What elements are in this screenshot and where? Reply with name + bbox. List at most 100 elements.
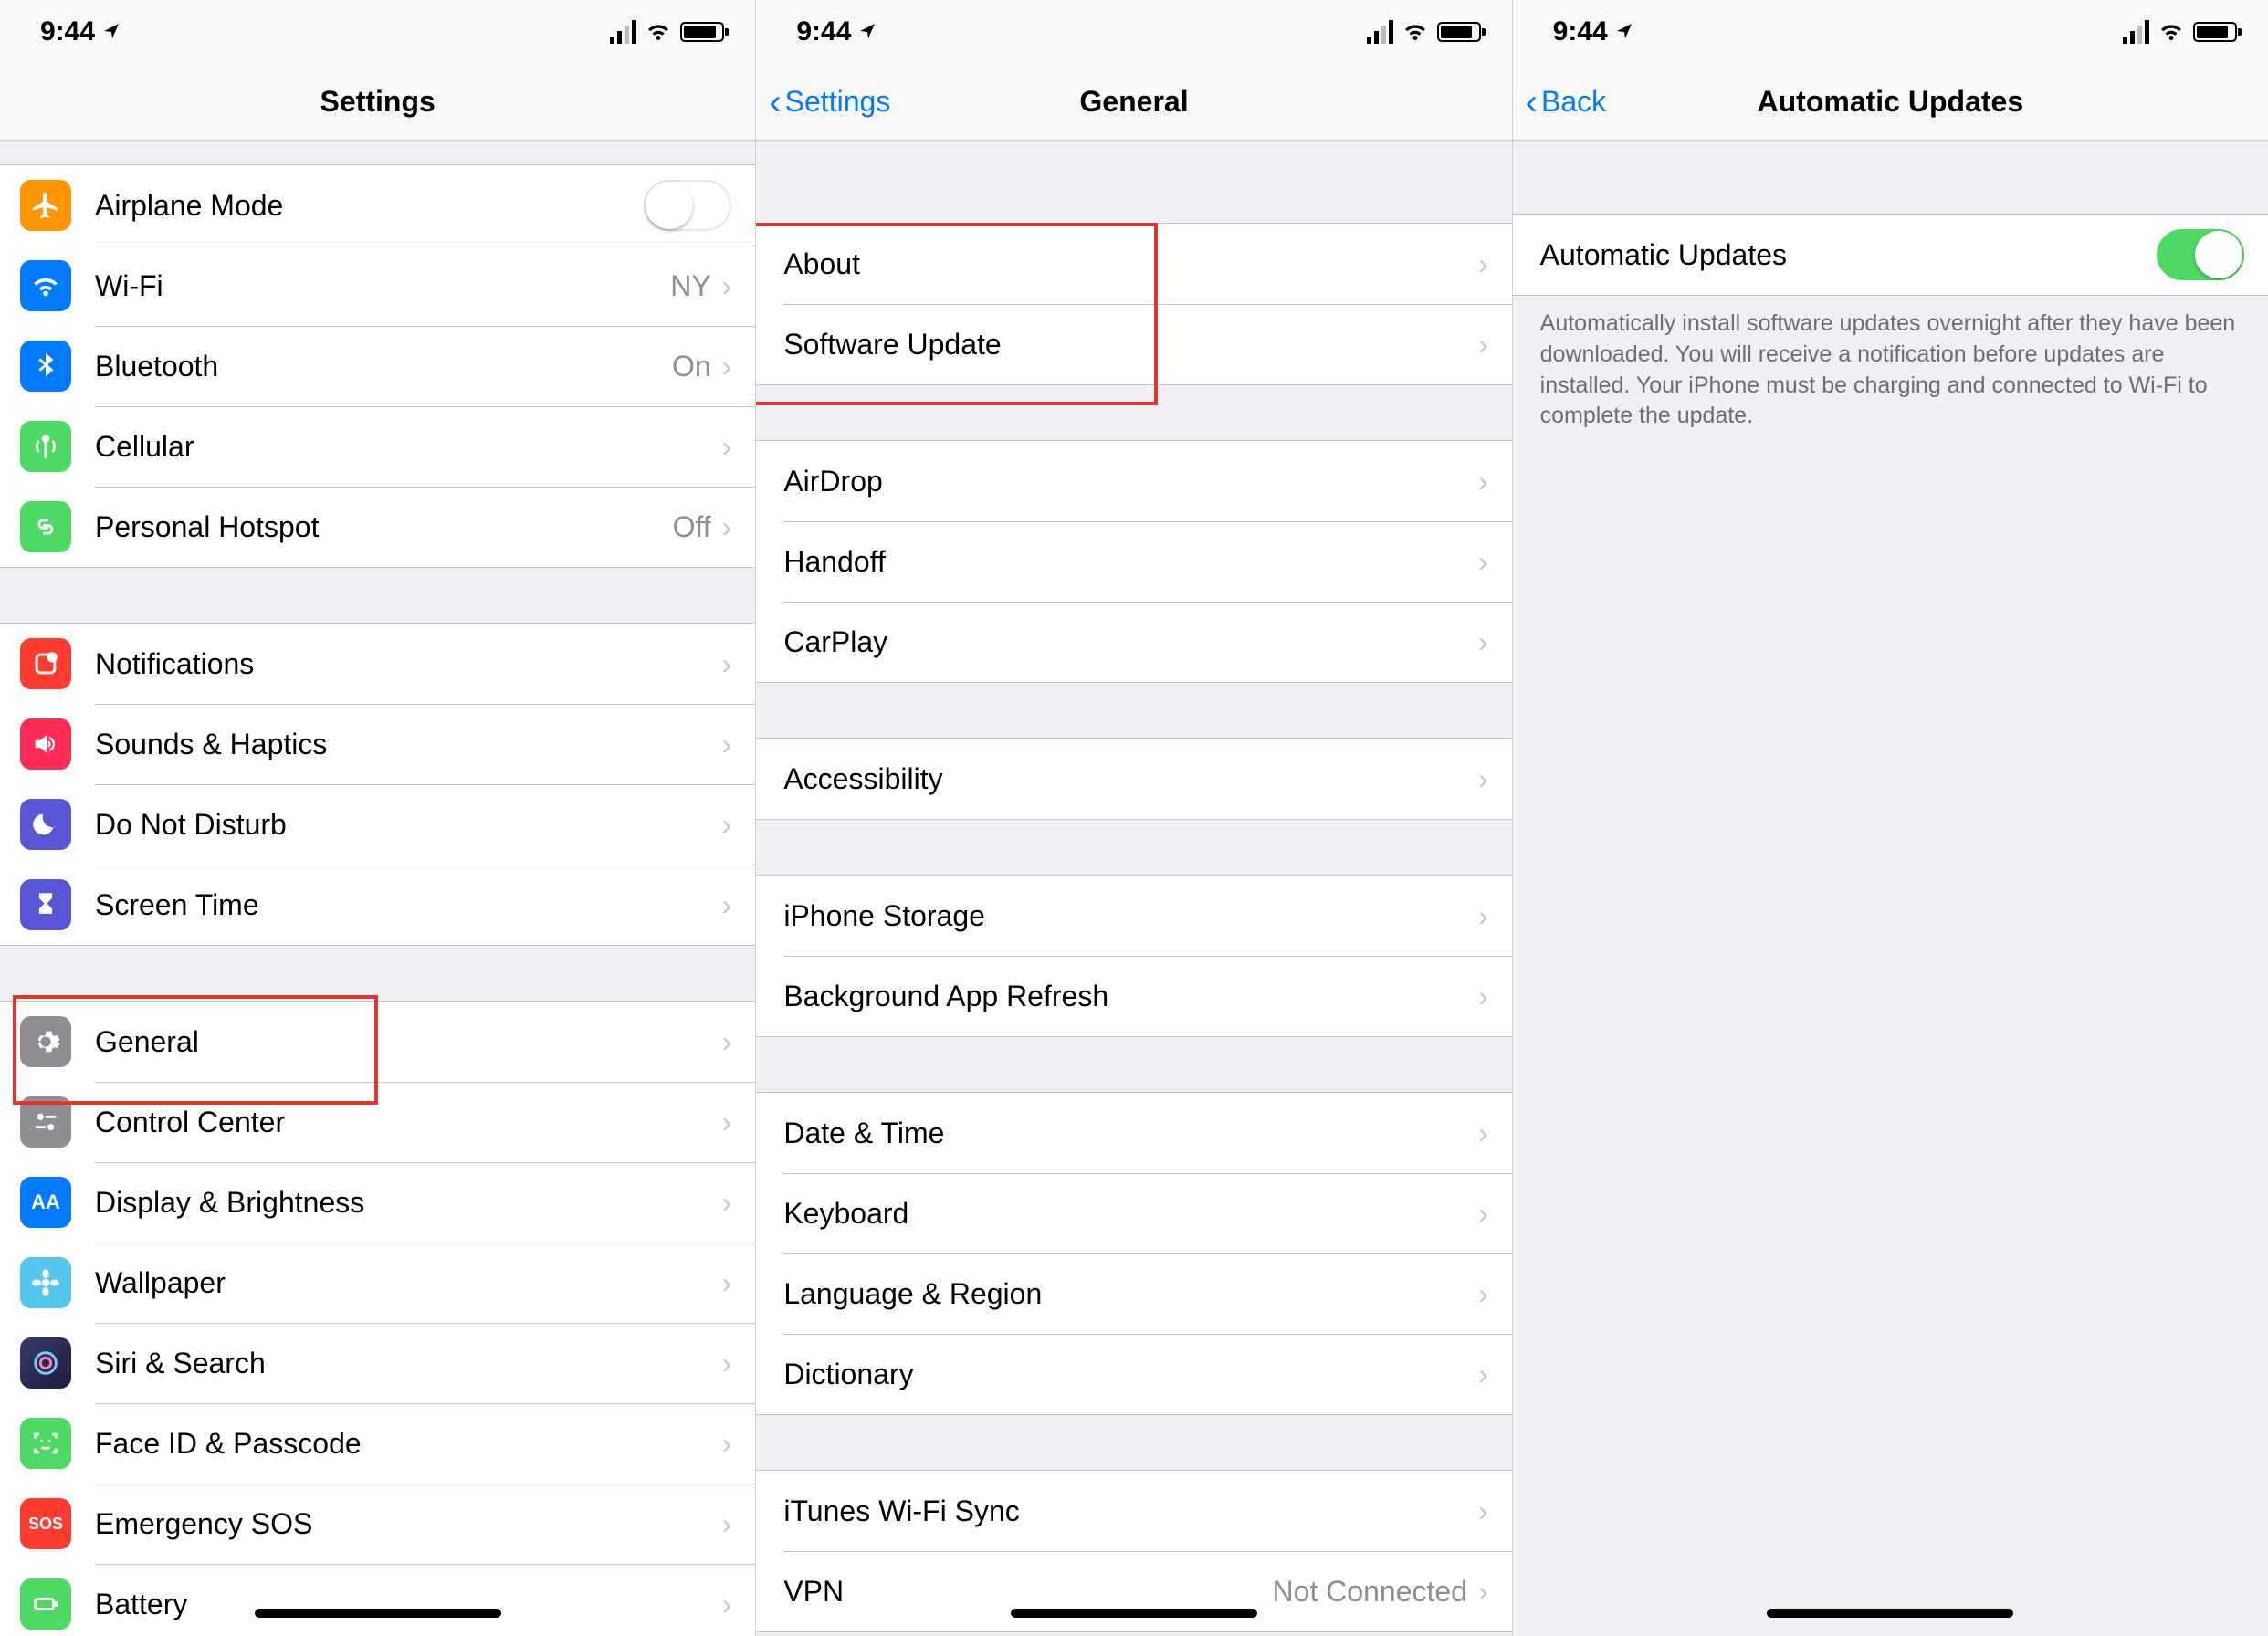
footer-description: Automatically install software updates o… [1513, 296, 2268, 432]
back-label: Back [1541, 85, 1606, 119]
row-label: Emergency SOS [95, 1507, 722, 1541]
settings-group-connectivity: Airplane Mode Wi-FiNY› BluetoothOn› Cell… [0, 164, 755, 568]
general-group-accessibility: Accessibility› [756, 738, 1511, 820]
row-cellular[interactable]: Cellular› [0, 406, 755, 487]
row-automatic-updates[interactable]: Automatic Updates [1513, 215, 2268, 295]
row-itunes-sync[interactable]: iTunes Wi-Fi Sync› [756, 1471, 1511, 1551]
chevron-right-icon: › [722, 1106, 732, 1139]
chevron-right-icon: › [1478, 465, 1488, 498]
row-hotspot[interactable]: Personal HotspotOff› [0, 487, 755, 567]
wifi-settings-icon [20, 260, 71, 311]
automatic-updates-toggle[interactable] [2157, 229, 2244, 280]
chevron-right-icon: › [722, 808, 732, 842]
notifications-icon [20, 638, 71, 689]
row-label: Software Update [783, 328, 1478, 362]
row-wifi[interactable]: Wi-FiNY› [0, 246, 755, 326]
settings-group-notifications: Notifications› Sounds & Haptics› Do Not … [0, 623, 755, 946]
row-label: CarPlay [783, 625, 1478, 659]
row-detail: Off [673, 510, 711, 544]
wifi-icon [2158, 22, 2184, 42]
row-dictionary[interactable]: Dictionary› [756, 1334, 1511, 1414]
wifi-icon [1402, 22, 1428, 42]
auto-updates-group: Automatic Updates [1513, 214, 2268, 296]
row-sounds[interactable]: Sounds & Haptics› [0, 704, 755, 784]
chevron-right-icon: › [722, 1266, 732, 1300]
row-general[interactable]: General› [0, 1002, 755, 1082]
home-indicator[interactable] [255, 1609, 501, 1618]
row-control-center[interactable]: Control Center› [0, 1082, 755, 1162]
screen-settings: 9:44 Settings Airplane Mode [0, 0, 756, 1636]
back-button[interactable]: ‹Back [1526, 64, 1606, 140]
link-icon [20, 501, 71, 552]
chevron-right-icon: › [1478, 1117, 1488, 1150]
location-icon [858, 16, 877, 47]
home-indicator[interactable] [1011, 1609, 1257, 1618]
battery-icon [680, 22, 724, 42]
wifi-icon [646, 22, 671, 42]
status-bar: 9:44 [756, 0, 1511, 64]
row-airdrop[interactable]: AirDrop› [756, 441, 1511, 521]
row-label: Keyboard [783, 1197, 1478, 1231]
row-label: AirDrop [783, 465, 1478, 498]
row-display[interactable]: AA Display & Brightness› [0, 1162, 755, 1243]
antenna-icon [20, 421, 71, 472]
page-title: Automatic Updates [1758, 85, 2024, 119]
chevron-right-icon: › [722, 1025, 732, 1059]
navbar: ‹Back Automatic Updates [1513, 64, 2268, 141]
row-label: Airplane Mode [95, 189, 644, 223]
bluetooth-icon [20, 341, 71, 392]
row-about[interactable]: About› [756, 224, 1511, 304]
row-wallpaper[interactable]: Wallpaper› [0, 1243, 755, 1323]
chevron-right-icon: › [722, 1347, 732, 1380]
row-bgrefresh[interactable]: Background App Refresh› [756, 956, 1511, 1036]
row-storage[interactable]: iPhone Storage› [756, 876, 1511, 956]
row-label: Do Not Disturb [95, 808, 722, 842]
location-icon [102, 16, 121, 47]
navbar: ‹Settings General [756, 64, 1511, 141]
chevron-right-icon: › [1478, 625, 1488, 659]
chevron-right-icon: › [1478, 328, 1488, 362]
status-time: 9:44 [796, 16, 851, 47]
row-label: iPhone Storage [783, 899, 1478, 933]
row-keyboard[interactable]: Keyboard› [756, 1173, 1511, 1253]
row-notifications[interactable]: Notifications› [0, 624, 755, 704]
cellular-signal-icon [610, 20, 636, 44]
page-title: Settings [320, 85, 436, 119]
row-carplay[interactable]: CarPlay› [756, 602, 1511, 682]
row-software-update[interactable]: Software Update› [756, 304, 1511, 384]
row-datetime[interactable]: Date & Time› [756, 1093, 1511, 1173]
general-group-storage: iPhone Storage› Background App Refresh› [756, 875, 1511, 1037]
row-vpn[interactable]: VPNNot Connected› [756, 1551, 1511, 1631]
chevron-right-icon: › [1478, 899, 1488, 933]
row-siri[interactable]: Siri & Search› [0, 1323, 755, 1403]
row-battery[interactable]: Battery› [0, 1564, 755, 1636]
chevron-right-icon: › [1478, 1575, 1488, 1609]
row-accessibility[interactable]: Accessibility› [756, 739, 1511, 819]
row-label: Language & Region [783, 1277, 1478, 1311]
row-faceid[interactable]: Face ID & Passcode› [0, 1403, 755, 1484]
row-label: Display & Brightness [95, 1186, 722, 1220]
chevron-right-icon: › [1478, 1197, 1488, 1231]
chevron-right-icon: › [1478, 1277, 1488, 1311]
row-detail: Not Connected [1273, 1575, 1467, 1609]
row-label: Accessibility [783, 762, 1478, 796]
row-language[interactable]: Language & Region› [756, 1253, 1511, 1334]
chevron-right-icon: › [722, 647, 732, 681]
home-indicator[interactable] [1767, 1609, 2013, 1618]
row-bluetooth[interactable]: BluetoothOn› [0, 326, 755, 406]
back-button[interactable]: ‹Settings [769, 64, 890, 140]
chevron-right-icon: › [722, 350, 732, 383]
location-icon [1615, 16, 1633, 47]
switches-icon [20, 1096, 71, 1148]
row-screentime[interactable]: Screen Time› [0, 865, 755, 945]
status-bar: 9:44 [1513, 0, 2268, 64]
status-bar: 9:44 [0, 0, 755, 64]
general-group-datetime: Date & Time› Keyboard› Language & Region… [756, 1092, 1511, 1415]
airplane-toggle[interactable] [644, 180, 731, 231]
row-dnd[interactable]: Do Not Disturb› [0, 784, 755, 865]
row-label: Screen Time [95, 888, 722, 922]
chevron-right-icon: › [1478, 247, 1488, 281]
row-sos[interactable]: SOS Emergency SOS› [0, 1484, 755, 1564]
row-airplane-mode[interactable]: Airplane Mode [0, 165, 755, 246]
row-handoff[interactable]: Handoff› [756, 521, 1511, 602]
